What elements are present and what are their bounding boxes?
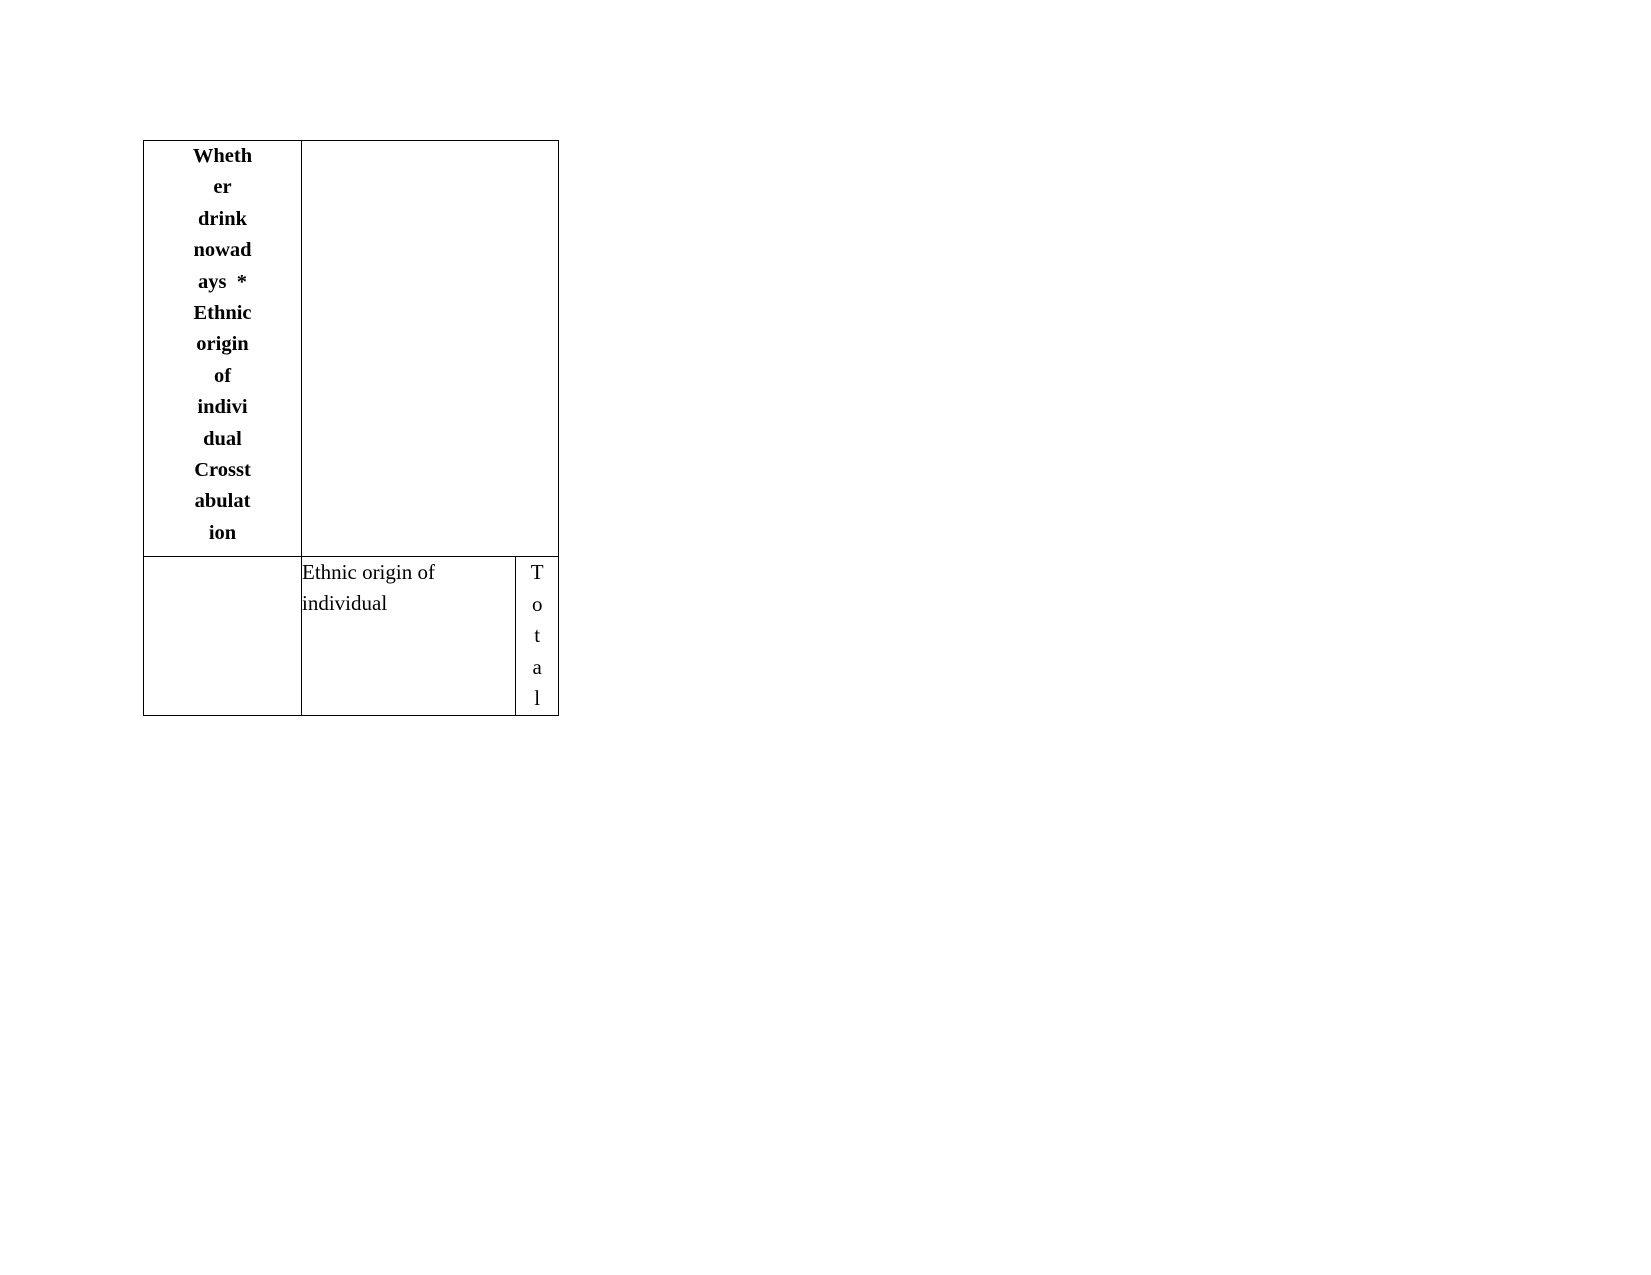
title-line: Ethnic (193, 302, 252, 325)
title-line: Crosst (194, 459, 251, 482)
total-line: o (531, 591, 543, 616)
total-line: a (532, 654, 542, 679)
total-column-header-cell: T o t a l (515, 556, 559, 716)
title-line: er (213, 176, 232, 199)
title-line: nowad (193, 239, 252, 262)
title-line: of (213, 364, 232, 387)
header-row-stub-blank-cell (143, 556, 302, 716)
total-line: T (530, 560, 544, 584)
table-row: Ethnic origin of individual T o t a l (143, 556, 559, 716)
title-line: dual (203, 427, 242, 450)
title-line: drink (198, 207, 247, 230)
total-line: t (534, 623, 541, 647)
column-group-header-cell: Ethnic origin of individual (300, 556, 517, 716)
crosstabulation-table: Wheth er drink nowad ays * Ethnic origin… (143, 140, 559, 716)
title-line: ays * (198, 270, 247, 293)
document-page: Wheth er drink nowad ays * Ethnic origin… (0, 0, 1651, 1275)
table-row: Wheth er drink nowad ays * Ethnic origin… (143, 140, 559, 557)
title-line: origin (196, 333, 249, 356)
title-line: ion (208, 521, 237, 544)
title-row-blank-cell (301, 140, 559, 557)
table-body: Wheth er drink nowad ays * Ethnic origin… (143, 140, 559, 716)
title-line: indivi (197, 396, 248, 419)
title-line: Wheth (192, 145, 253, 167)
total-line: l (534, 686, 541, 710)
crosstab-title-cell: Wheth er drink nowad ays * Ethnic origin… (143, 140, 302, 557)
title-line: abulat (194, 490, 251, 513)
